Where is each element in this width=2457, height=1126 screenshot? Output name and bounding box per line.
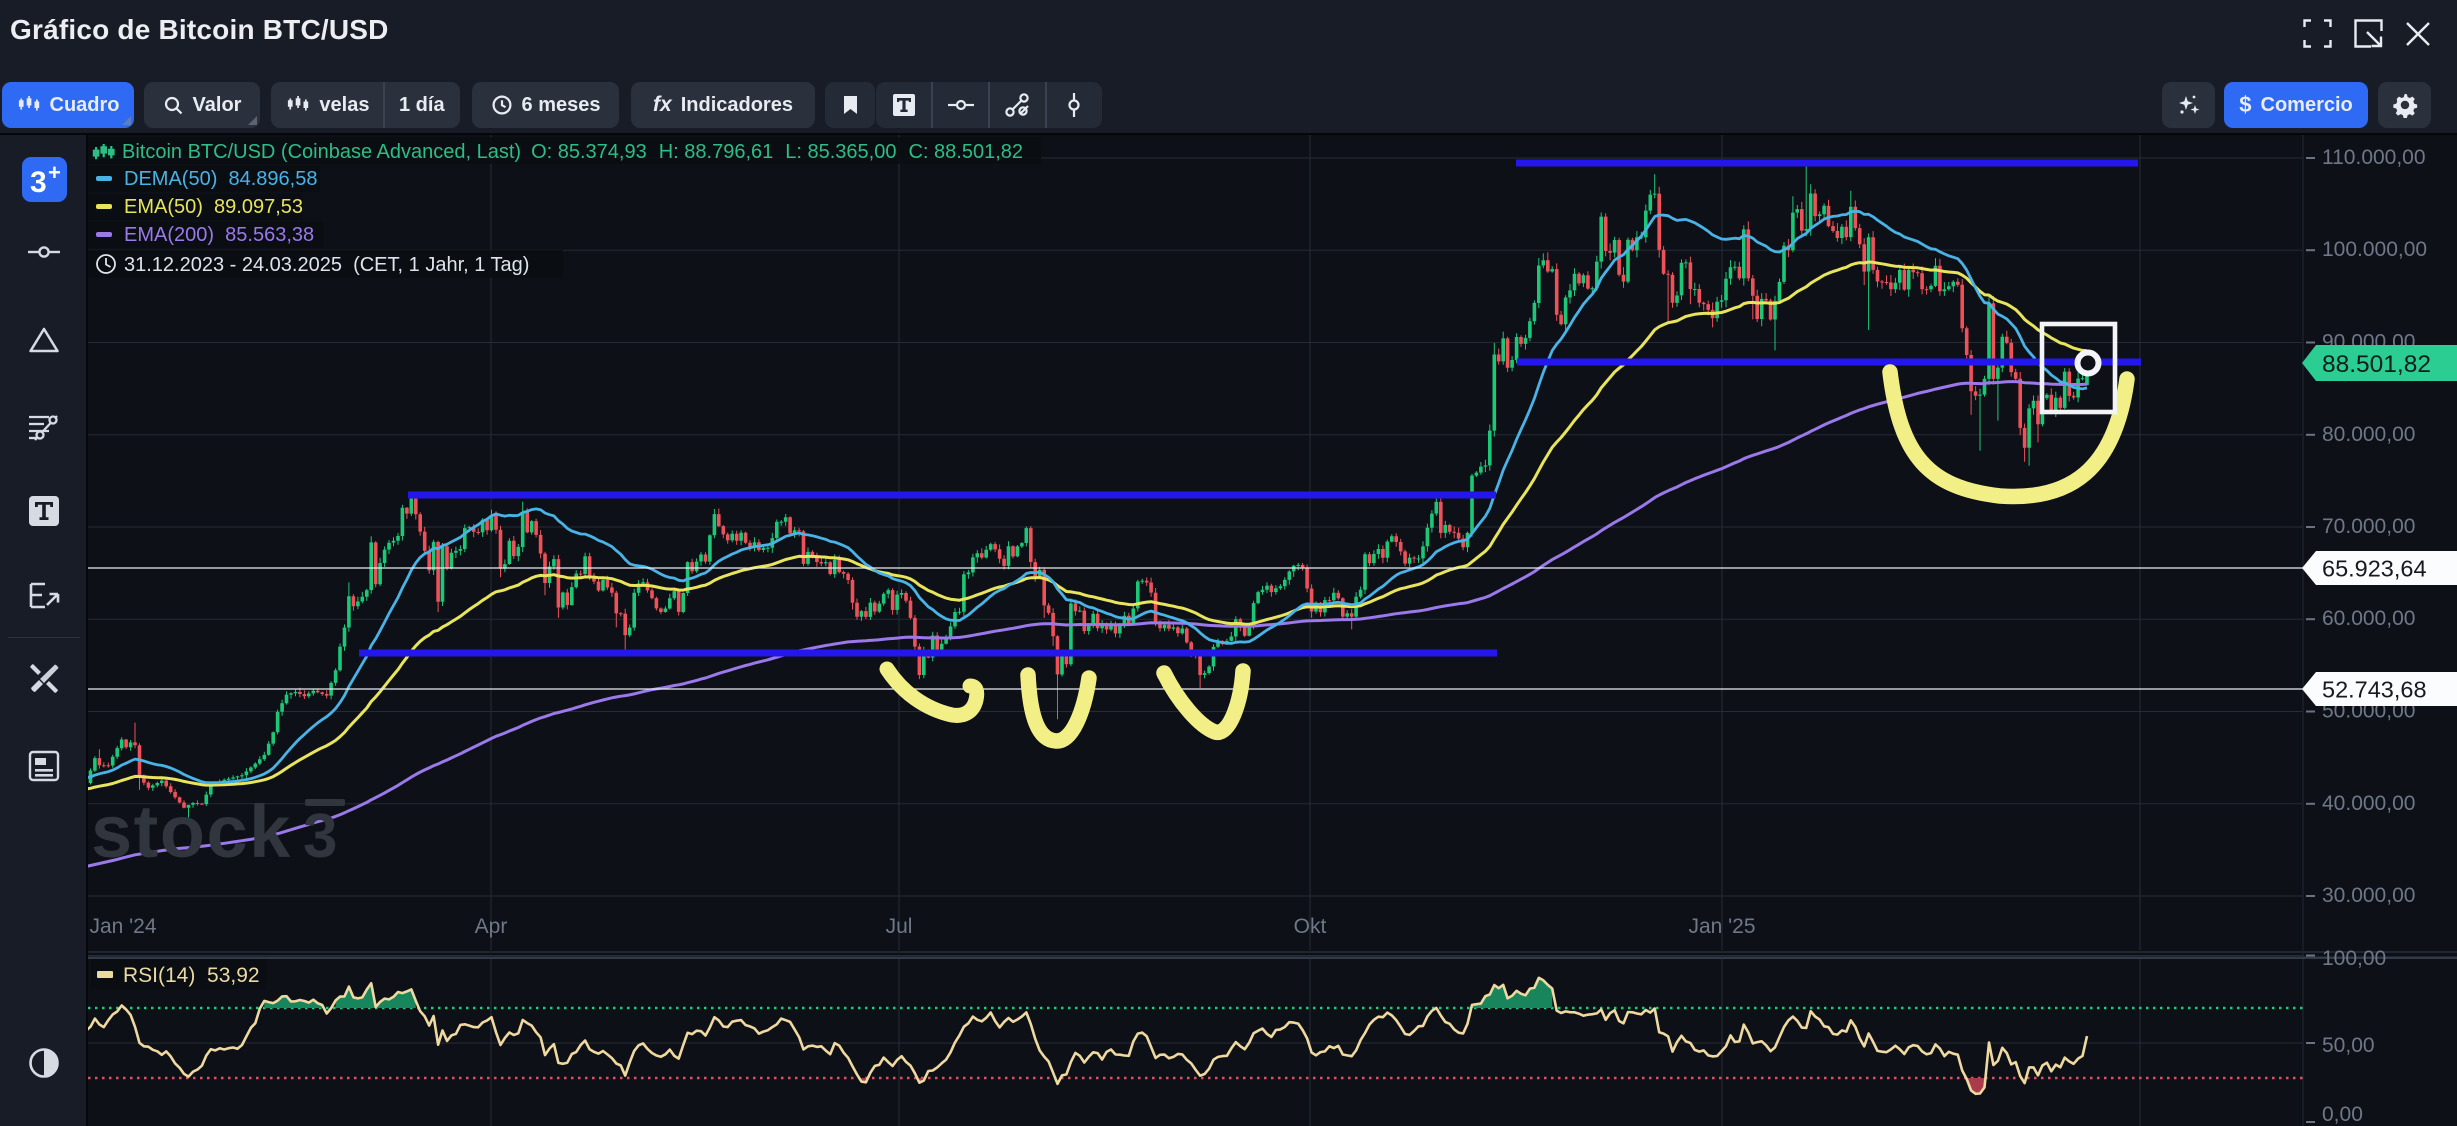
svg-text:3: 3 [30, 166, 47, 199]
svg-text:DEMA(50) 84.896,58: DEMA(50) 84.896,58 [124, 168, 317, 190]
svg-text:100,00: 100,00 [2322, 947, 2386, 970]
svg-text:+: + [48, 160, 61, 185]
svg-text:65.923,64: 65.923,64 [2322, 556, 2427, 582]
svg-text:0,00: 0,00 [2322, 1103, 2363, 1126]
svg-text:Bitcoin BTC/USD (Coinbase Adva: Bitcoin BTC/USD (Coinbase Advanced, Last… [122, 141, 1023, 163]
svg-text:RSI(14) 53,92: RSI(14) 53,92 [123, 964, 260, 987]
svg-text:stock: stock [91, 790, 292, 873]
svg-text:40.000,00: 40.000,00 [2322, 792, 2415, 815]
svg-text:3: 3 [303, 802, 337, 871]
svg-text:Jan '24: Jan '24 [89, 915, 156, 938]
svg-text:80.000,00: 80.000,00 [2322, 423, 2415, 446]
svg-text:70.000,00: 70.000,00 [2322, 515, 2415, 538]
svg-text:88.501,82: 88.501,82 [2322, 351, 2431, 378]
svg-text:100.000,00: 100.000,00 [2322, 238, 2427, 261]
svg-text:52.743,68: 52.743,68 [2322, 677, 2427, 703]
svg-text:30.000,00: 30.000,00 [2322, 884, 2415, 907]
svg-text:Jul: Jul [886, 915, 913, 938]
svg-text:60.000,00: 60.000,00 [2322, 607, 2415, 630]
svg-text:Okt: Okt [1294, 915, 1327, 938]
svg-text:EMA(50) 89.097,53: EMA(50) 89.097,53 [124, 196, 303, 218]
svg-text:31.12.2023 - 24.03.2025 (CET,: 31.12.2023 - 24.03.2025 (CET, 1 Jahr, 1 … [124, 254, 529, 276]
svg-text:EMA(200) 85.563,38: EMA(200) 85.563,38 [124, 224, 314, 246]
svg-text:50,00: 50,00 [2322, 1034, 2375, 1057]
svg-text:Apr: Apr [475, 915, 508, 938]
svg-text:110.000,00: 110.000,00 [2322, 146, 2426, 169]
svg-text:Jan '25: Jan '25 [1688, 915, 1755, 938]
